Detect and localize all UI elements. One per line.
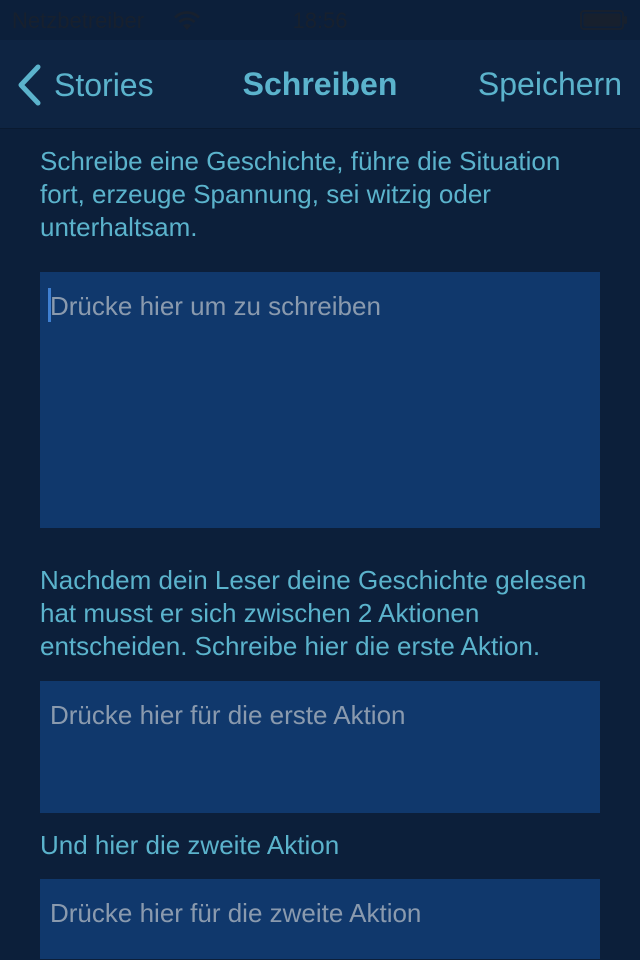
story-instruction: Schreibe eine Geschichte, führe die Situ… xyxy=(40,146,561,242)
action1-instruction: Nachdem dein Leser deine Geschichte gele… xyxy=(40,565,587,661)
navigation-bar: Stories Schreiben Speichern xyxy=(0,40,640,129)
action2-placeholder: Drücke hier für die zweite Aktion xyxy=(50,898,422,928)
action1-placeholder: Drücke hier für die erste Aktion xyxy=(50,700,406,730)
action1-text-area[interactable]: Drücke hier für die erste Aktion xyxy=(40,681,600,813)
story-text-area[interactable]: Drücke hier um zu schreiben xyxy=(40,272,600,528)
battery-icon xyxy=(580,10,627,30)
clock: 18:56 xyxy=(292,8,348,33)
action2-instruction: Und hier die zweite Aktion xyxy=(40,830,340,860)
editor-form: Schreibe eine Geschichte, führe die Situ… xyxy=(40,128,600,959)
action2-text-area[interactable]: Drücke hier für die zweite Aktion xyxy=(40,879,600,959)
text-cursor xyxy=(48,288,51,322)
status-bar: Netzbetreiber 18:56 xyxy=(0,0,640,40)
story-placeholder: Drücke hier um zu schreiben xyxy=(50,291,381,321)
save-button[interactable]: Speichern xyxy=(478,66,622,103)
